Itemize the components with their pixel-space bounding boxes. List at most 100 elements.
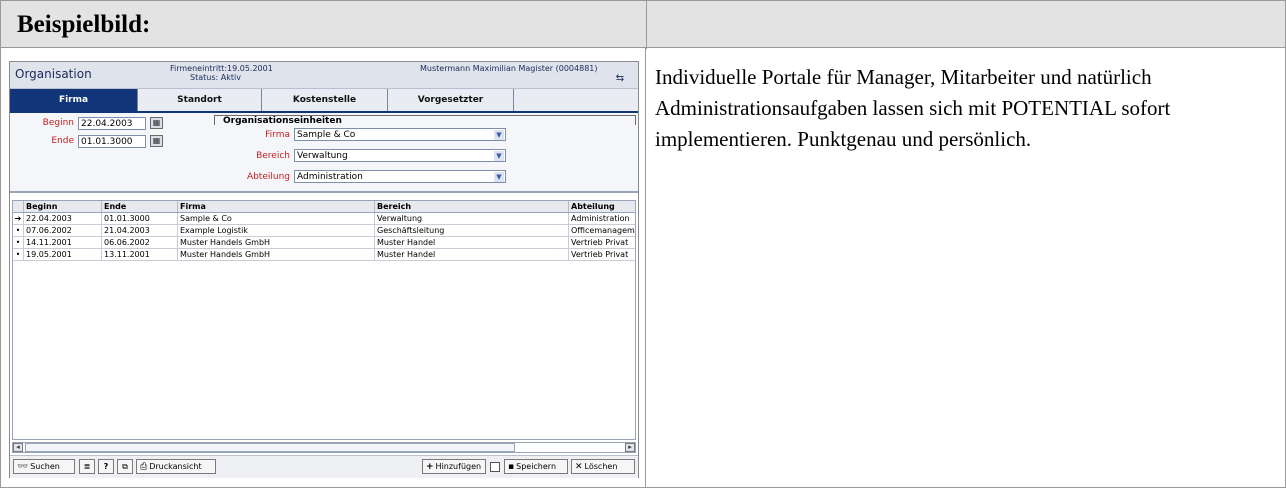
close-icon: ✕ (575, 462, 583, 472)
chevron-down-icon: ▼ (494, 151, 504, 161)
table-row[interactable]: • 19.05.2001 13.11.2001 Muster Handels G… (13, 249, 635, 261)
switch-employee-icon[interactable]: ⇆ (613, 74, 627, 84)
firma-select[interactable]: Sample & Co ▼ (294, 128, 506, 141)
search-button-label: Suchen (30, 462, 60, 471)
delete-button[interactable]: ✕ Löschen (571, 459, 635, 474)
description-text: Individuelle Portale für Manager, Mitarb… (655, 65, 1171, 151)
plus-icon: + (426, 462, 434, 472)
status-text: Status: Aktiv (190, 73, 241, 82)
column-header[interactable]: Beginn (24, 201, 102, 212)
row-marker: • (13, 225, 24, 236)
header-title: Beispielbild: (17, 11, 151, 38)
header-marker (13, 201, 24, 212)
table-header: Beginn Ende Firma Bereich Abteilung (13, 201, 635, 213)
print-view-label: Druckansicht (149, 462, 202, 471)
table-cell: Sample & Co (178, 213, 375, 224)
search-button[interactable]: 👓 Suchen (13, 459, 75, 474)
column-header[interactable]: Firma (178, 201, 375, 212)
page: Beispielbild: Organisation Firmeneintrit… (0, 0, 1286, 488)
table-cell: 01.01.3000 (102, 213, 178, 224)
table-cell: Administration (569, 213, 635, 224)
column-header[interactable]: Bereich (375, 201, 569, 212)
app-title: Organisation (15, 67, 92, 81)
help-button[interactable]: ? (98, 459, 114, 474)
table-cell: 21.04.2003 (102, 225, 178, 236)
table-cell: Verwaltung (375, 213, 569, 224)
save-button[interactable]: ▪ Speichern (504, 459, 568, 474)
calendar-icon[interactable]: ▦ (150, 117, 163, 129)
tab-standort[interactable]: Standort (138, 89, 262, 111)
table-cell: Vertrieb Privat (569, 249, 635, 260)
header-row: Beispielbild: (0, 0, 1286, 49)
table-cell: Muster Handel (375, 249, 569, 260)
table-cell: Example Logistik (178, 225, 375, 236)
description-cell: Individuelle Portale für Manager, Mitarb… (645, 47, 1286, 488)
help-icon: ? (103, 462, 109, 471)
table-row[interactable]: • 07.06.2002 21.04.2003 Example Logistik… (13, 225, 635, 237)
scroll-right-icon[interactable]: ▸ (625, 443, 635, 452)
org-units-heading: Organisationseinheiten (214, 115, 636, 126)
table-cell: Muster Handels GmbH (178, 249, 375, 260)
beginn-label: Beginn (42, 118, 74, 128)
table-cell: 19.05.2001 (24, 249, 102, 260)
table-cell: 14.11.2001 (24, 237, 102, 248)
chevron-down-icon: ▼ (494, 172, 504, 182)
row-marker: • (13, 249, 24, 260)
save-icon: ▪ (508, 462, 515, 472)
firma-select-value: Sample & Co (297, 130, 356, 140)
add-button[interactable]: + Hinzufügen (422, 459, 486, 474)
tab-vorgesetzter[interactable]: Vorgesetzter (388, 89, 514, 111)
print-view-button[interactable]: ⎙ Druckansicht (136, 459, 216, 474)
ende-input[interactable]: 01.01.3000 (78, 135, 146, 148)
table-cell: 22.04.2003 (24, 213, 102, 224)
table-cell: 06.06.2002 (102, 237, 178, 248)
table-row[interactable]: ➔ 22.04.2003 01.01.3000 Sample & Co Verw… (13, 213, 635, 225)
beginn-input[interactable]: 22.04.2003 (78, 117, 146, 130)
table-cell: Vertrieb Privat (569, 237, 635, 248)
app-titlebar: Organisation Firmeneintritt:19.05.2001 S… (10, 62, 638, 89)
bereich-select[interactable]: Verwaltung ▼ (294, 149, 506, 162)
chevron-down-icon: ▼ (494, 130, 504, 140)
abteilung-select[interactable]: Administration ▼ (294, 170, 506, 183)
table-cell: Muster Handels GmbH (178, 237, 375, 248)
copy-button[interactable]: ⧉ (117, 459, 133, 474)
screenshot-cell: Organisation Firmeneintritt:19.05.2001 S… (0, 47, 646, 488)
table-cell: 07.06.2002 (24, 225, 102, 236)
add-button-label: Hinzufügen (435, 462, 482, 471)
abteilung-select-value: Administration (297, 172, 363, 182)
table-cell: 13.11.2001 (102, 249, 178, 260)
tab-kostenstelle[interactable]: Kostenstelle (262, 89, 388, 111)
calendar-icon[interactable]: ▦ (150, 135, 163, 147)
header-divider (646, 1, 647, 49)
entry-date: Firmeneintritt:19.05.2001 (170, 64, 273, 73)
scroll-left-icon[interactable]: ◂ (13, 443, 23, 452)
list-button[interactable]: ≣ (79, 459, 95, 474)
table-cell: Officemanagement (569, 225, 635, 236)
firma-label: Firma (265, 130, 290, 140)
table-cell: Geschäftsleitung (375, 225, 569, 236)
history-table: Beginn Ende Firma Bereich Abteilung ➔ 22… (12, 200, 636, 440)
scroll-thumb[interactable] (25, 443, 515, 452)
horizontal-scrollbar[interactable]: ◂ ▸ (12, 442, 636, 453)
ende-label: Ende (51, 136, 74, 146)
binoculars-icon: 👓 (17, 462, 29, 472)
copy-icon: ⧉ (122, 462, 128, 471)
checkbox[interactable] (490, 462, 500, 472)
user-name: Mustermann Maximilian Magister (0004881) (420, 64, 598, 73)
tab-firma[interactable]: Firma (10, 89, 138, 111)
column-header[interactable]: Abteilung (569, 201, 635, 212)
table-cell: Muster Handel (375, 237, 569, 248)
filter-form: Beginn 22.04.2003 ▦ Ende 01.01.3000 ▦ Or… (10, 113, 638, 193)
bereich-label: Bereich (256, 151, 290, 161)
delete-button-label: Löschen (584, 462, 618, 471)
save-button-label: Speichern (516, 462, 557, 471)
bottom-toolbar: 👓 Suchen ≣ ? ⧉ ⎙ Druckansicht + Hinzufügen (10, 455, 638, 478)
row-marker: ➔ (13, 213, 24, 224)
row-marker: • (13, 237, 24, 248)
abteilung-label: Abteilung (246, 172, 290, 182)
list-icon: ≣ (83, 462, 91, 471)
app-window: Organisation Firmeneintritt:19.05.2001 S… (9, 61, 639, 478)
table-row[interactable]: • 14.11.2001 06.06.2002 Muster Handels G… (13, 237, 635, 249)
tab-bar: Firma Standort Kostenstelle Vorgesetzter (10, 89, 638, 113)
column-header[interactable]: Ende (102, 201, 178, 212)
